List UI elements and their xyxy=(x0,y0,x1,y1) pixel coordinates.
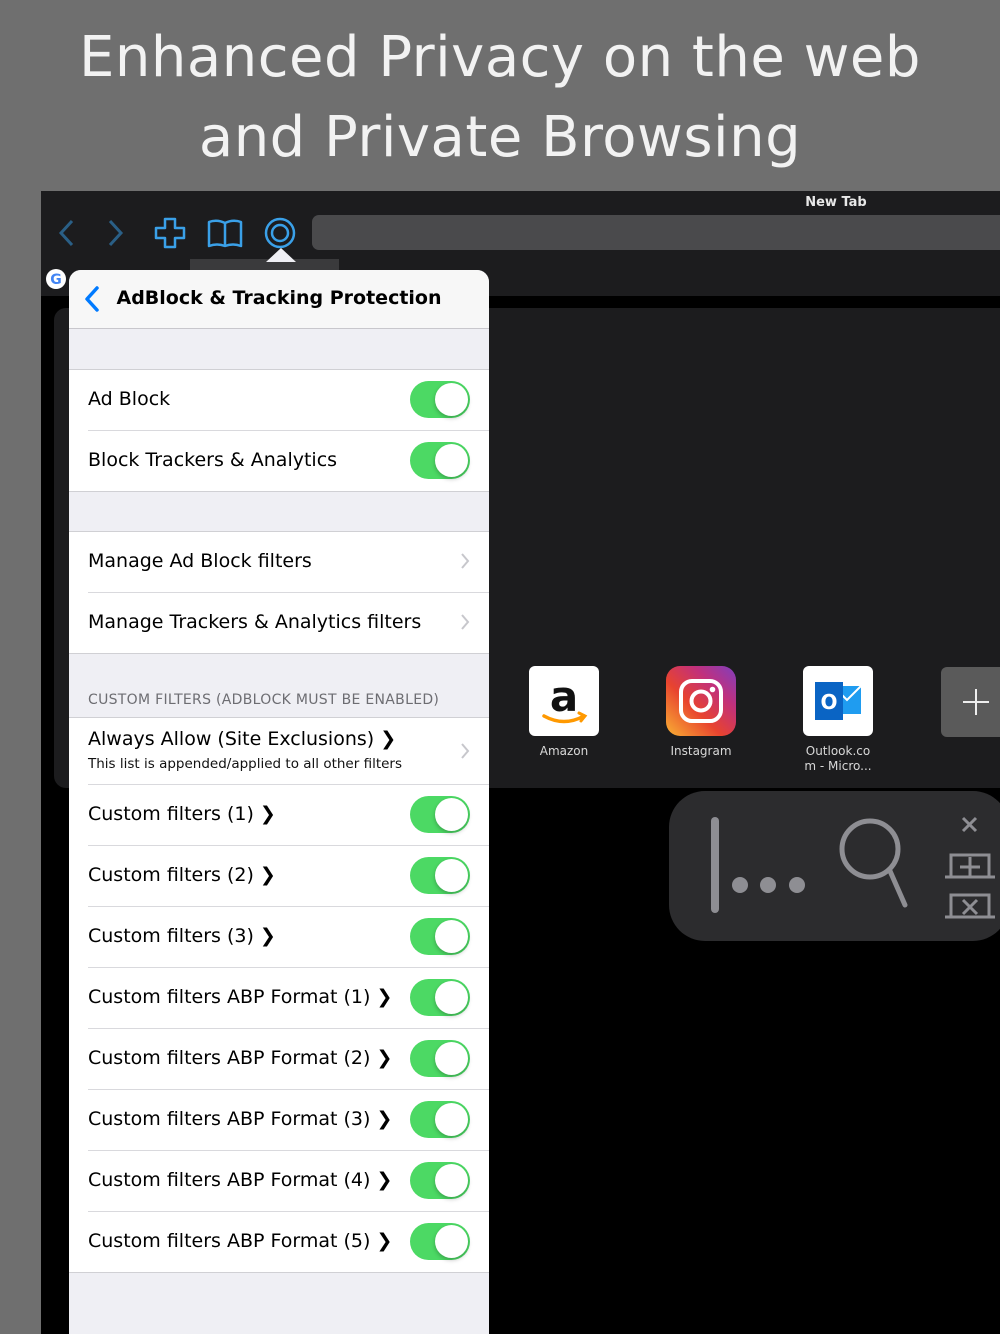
row-label: Custom filters (2) ❯ xyxy=(88,864,276,886)
google-favicon-icon[interactable]: G xyxy=(46,269,66,289)
headline-line-2: and Private Browsing xyxy=(198,105,802,170)
floating-search-panel xyxy=(669,791,1000,941)
custom-filters-abp-3-toggle[interactable] xyxy=(410,1101,470,1138)
row-label: Ad Block xyxy=(88,388,171,410)
row-label: Custom filters ABP Format (2) ❯ xyxy=(88,1047,393,1069)
row-label: Custom filters (3) ❯ xyxy=(88,925,276,947)
favorite-outlook[interactable]: O Outlook.co m - Micro... xyxy=(778,666,898,774)
search-icon[interactable] xyxy=(839,818,908,908)
block-trackers-toggle[interactable] xyxy=(410,442,470,479)
row-label: Custom filters ABP Format (5) ❯ xyxy=(88,1230,393,1252)
chevron-right-icon xyxy=(461,553,470,569)
row-label: Custom filters ABP Format (4) ❯ xyxy=(88,1169,393,1191)
page-title: AdBlock & Tracking Protection xyxy=(116,287,442,309)
manage-filters-group: Manage Ad Block filters Manage Trackers … xyxy=(69,531,489,654)
manage-ad-block-filters-row[interactable]: Manage Ad Block filters xyxy=(88,532,489,593)
tab-title[interactable]: New Tab xyxy=(781,195,891,210)
popover-anchor xyxy=(190,248,339,270)
chevron-right-icon xyxy=(461,614,470,630)
blocking-toggles-group: Ad Block Block Trackers & Analytics xyxy=(69,369,489,492)
ad-block-row: Ad Block xyxy=(88,370,489,431)
close-tab-icon[interactable] xyxy=(945,893,995,919)
new-tab-icon[interactable] xyxy=(945,853,995,879)
back-icon[interactable] xyxy=(49,215,85,251)
custom-filters-abp-1-toggle[interactable] xyxy=(410,979,470,1016)
favorite-instagram[interactable]: Instagram xyxy=(641,666,761,759)
navigation-bar: AdBlock & Tracking Protection xyxy=(69,270,489,329)
custom-filters-abp-4-row[interactable]: Custom filters ABP Format (4) ❯ xyxy=(88,1151,489,1212)
bookmarks-book-icon[interactable] xyxy=(207,215,243,251)
chevron-right-icon xyxy=(461,743,470,759)
custom-filters-2-row[interactable]: Custom filters (2) ❯ xyxy=(88,846,489,907)
promo-headline: Enhanced Privacy on the web and Private … xyxy=(0,18,1000,178)
ad-block-toggle[interactable] xyxy=(410,381,470,418)
svg-text:O: O xyxy=(820,690,837,714)
custom-filters-group: Always Allow (Site Exclusions) ❯ This li… xyxy=(69,717,489,1273)
outlook-logo-icon: O xyxy=(803,666,873,736)
row-label: Custom filters (1) ❯ xyxy=(88,803,276,825)
custom-filters-3-row[interactable]: Custom filters (3) ❯ xyxy=(88,907,489,968)
manage-trackers-filters-row[interactable]: Manage Trackers & Analytics filters xyxy=(88,593,489,653)
custom-filters-3-toggle[interactable] xyxy=(410,918,470,955)
custom-filters-2-toggle[interactable] xyxy=(410,857,470,894)
svg-text:G: G xyxy=(50,272,62,288)
always-allow-row[interactable]: Always Allow (Site Exclusions) ❯ This li… xyxy=(88,718,489,785)
custom-filters-1-row[interactable]: Custom filters (1) ❯ xyxy=(88,785,489,846)
custom-filters-1-toggle[interactable] xyxy=(410,796,470,833)
custom-filters-abp-5-row[interactable]: Custom filters ABP Format (5) ❯ xyxy=(88,1212,489,1272)
favorite-amazon[interactable]: a Amazon xyxy=(504,666,624,759)
row-label: Manage Trackers & Analytics filters xyxy=(88,611,422,633)
custom-filters-abp-5-toggle[interactable] xyxy=(410,1223,470,1260)
row-label: Custom filters ABP Format (3) ❯ xyxy=(88,1108,393,1130)
add-favorite-button[interactable] xyxy=(941,667,1000,737)
row-label: Block Trackers & Analytics xyxy=(88,449,338,471)
cursor-more-icon[interactable] xyxy=(711,817,805,913)
favorite-label: Outlook.co m - Micro... xyxy=(804,744,872,773)
svg-text:a: a xyxy=(550,672,578,721)
close-icon[interactable] xyxy=(961,816,978,833)
custom-filters-abp-3-row[interactable]: Custom filters ABP Format (3) ❯ xyxy=(88,1090,489,1151)
row-label: Always Allow (Site Exclusions) ❯ xyxy=(88,728,397,750)
row-label: Custom filters ABP Format (1) ❯ xyxy=(88,986,393,1008)
new-tab-plus-icon[interactable] xyxy=(152,215,188,251)
row-label: Manage Ad Block filters xyxy=(88,550,312,572)
address-bar[interactable] xyxy=(312,215,1000,250)
custom-filters-abp-4-toggle[interactable] xyxy=(410,1162,470,1199)
custom-filters-abp-1-row[interactable]: Custom filters ABP Format (1) ❯ xyxy=(88,968,489,1029)
adblock-settings-popover: AdBlock & Tracking Protection Ad Block B… xyxy=(69,270,489,1334)
privacy-target-icon[interactable] xyxy=(262,215,298,251)
headline-line-1: Enhanced Privacy on the web xyxy=(79,25,921,90)
block-trackers-row: Block Trackers & Analytics xyxy=(88,431,489,491)
favorite-label: Amazon xyxy=(539,744,589,758)
forward-icon[interactable] xyxy=(97,215,133,251)
favorite-label: Instagram xyxy=(670,744,732,758)
amazon-logo-icon: a xyxy=(529,666,599,736)
custom-filters-section-header: CUSTOM FILTERS (ADBLOCK MUST BE ENABLED) xyxy=(88,692,440,708)
row-subtitle: This list is appended/applied to all oth… xyxy=(88,756,403,772)
instagram-logo-icon xyxy=(666,666,736,736)
custom-filters-abp-2-row[interactable]: Custom filters ABP Format (2) ❯ xyxy=(88,1029,489,1090)
custom-filters-abp-2-toggle[interactable] xyxy=(410,1040,470,1077)
